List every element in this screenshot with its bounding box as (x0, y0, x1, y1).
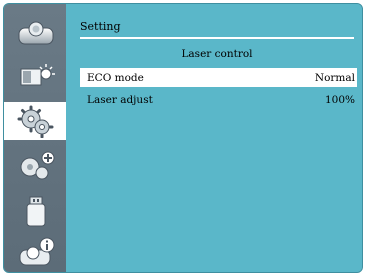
projector-icon (15, 19, 57, 47)
projector-osd-menu: Setting Laser control ECO mode Normal La… (3, 3, 363, 273)
title-divider (80, 37, 354, 39)
page-title: Setting (80, 20, 121, 33)
picture-adjust-icon (15, 61, 57, 91)
sidebar-item-usb[interactable] (10, 192, 62, 230)
expanded-settings-icon (15, 149, 57, 183)
sidebar-item-expanded-setting[interactable] (10, 147, 62, 185)
sidebar-item-projector[interactable] (10, 14, 62, 52)
submenu-header: Laser control (181, 48, 253, 60)
row-value: 100% (324, 93, 355, 106)
sidebar-item-information[interactable] (10, 234, 62, 272)
row-label: Laser adjust (87, 93, 153, 106)
menu-row-laser-adjust[interactable]: Laser adjust 100% (80, 90, 357, 109)
sidebar (4, 4, 66, 272)
menu-panel: Setting Laser control ECO mode Normal La… (66, 4, 362, 272)
usb-icon (15, 194, 57, 228)
row-value: Normal (314, 71, 355, 84)
menu-row-eco-mode[interactable]: ECO mode Normal (80, 68, 357, 87)
settings-gears-icon (14, 104, 56, 138)
row-label: ECO mode (87, 71, 144, 84)
sidebar-item-picture[interactable] (10, 57, 62, 95)
sidebar-item-setting[interactable] (4, 102, 66, 140)
info-icon (15, 237, 57, 269)
